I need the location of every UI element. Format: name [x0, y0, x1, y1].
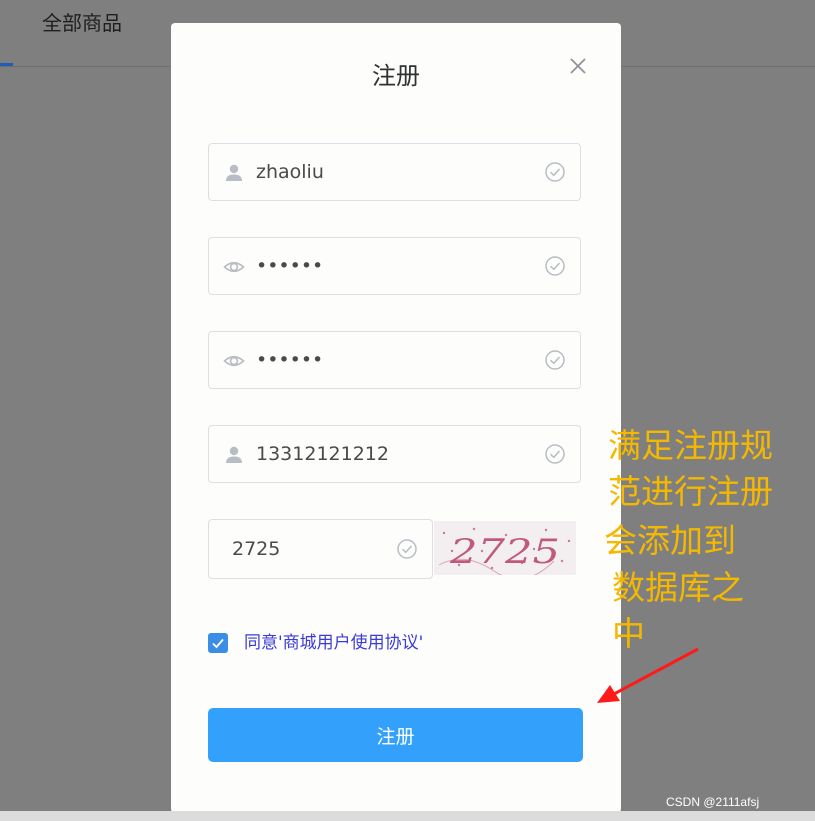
bottom-strip — [0, 811, 815, 821]
username-field[interactable]: zhaoliu — [208, 143, 581, 201]
phone-field[interactable]: 13312121212 — [208, 425, 581, 483]
user-icon — [226, 446, 242, 463]
agreement-checkbox[interactable] — [208, 633, 228, 653]
username-value: zhaoliu — [256, 161, 324, 183]
captcha-image[interactable]: 2725 — [434, 521, 576, 575]
nav-tab-all-products[interactable]: 全部商品 — [42, 7, 122, 36]
agreement-label[interactable]: 同意'商城用户使用协议' — [244, 631, 423, 655]
eye-icon[interactable] — [223, 256, 245, 278]
phone-value: 13312121212 — [256, 443, 389, 465]
dialog-title: 注册 — [372, 62, 420, 90]
check-circle-icon — [397, 539, 417, 559]
nav-active-indicator — [0, 63, 13, 66]
register-dialog: 注册 zhaoliu •••••• •••••• 13312121212 272… — [171, 23, 621, 813]
user-icon — [226, 164, 242, 181]
confirm-password-value: •••••• — [256, 349, 324, 371]
password-field[interactable]: •••••• — [208, 237, 581, 295]
check-circle-icon — [545, 162, 565, 182]
annotation-line-2: 范进行注册 — [608, 472, 773, 511]
eye-icon[interactable] — [223, 350, 245, 372]
confirm-password-field[interactable]: •••••• — [208, 331, 581, 389]
close-icon[interactable] — [565, 53, 591, 79]
check-circle-icon — [545, 256, 565, 276]
annotation-line-3: 会添加到 — [604, 521, 736, 560]
captcha-value: 2725 — [232, 538, 281, 560]
check-circle-icon — [545, 444, 565, 464]
checkmark-icon — [212, 638, 224, 649]
red-arrow-icon — [597, 647, 699, 703]
annotation-line-4: 数据库之 — [612, 568, 744, 607]
captcha-field[interactable]: 2725 — [208, 519, 433, 579]
password-value: •••••• — [256, 255, 324, 277]
captcha-image-text: 2725 — [449, 532, 560, 572]
watermark: CSDN @2111afsj — [666, 795, 760, 809]
check-circle-icon — [545, 350, 565, 370]
annotation-line-1: 满足注册规 — [608, 426, 773, 465]
register-button[interactable]: 注册 — [208, 708, 583, 762]
